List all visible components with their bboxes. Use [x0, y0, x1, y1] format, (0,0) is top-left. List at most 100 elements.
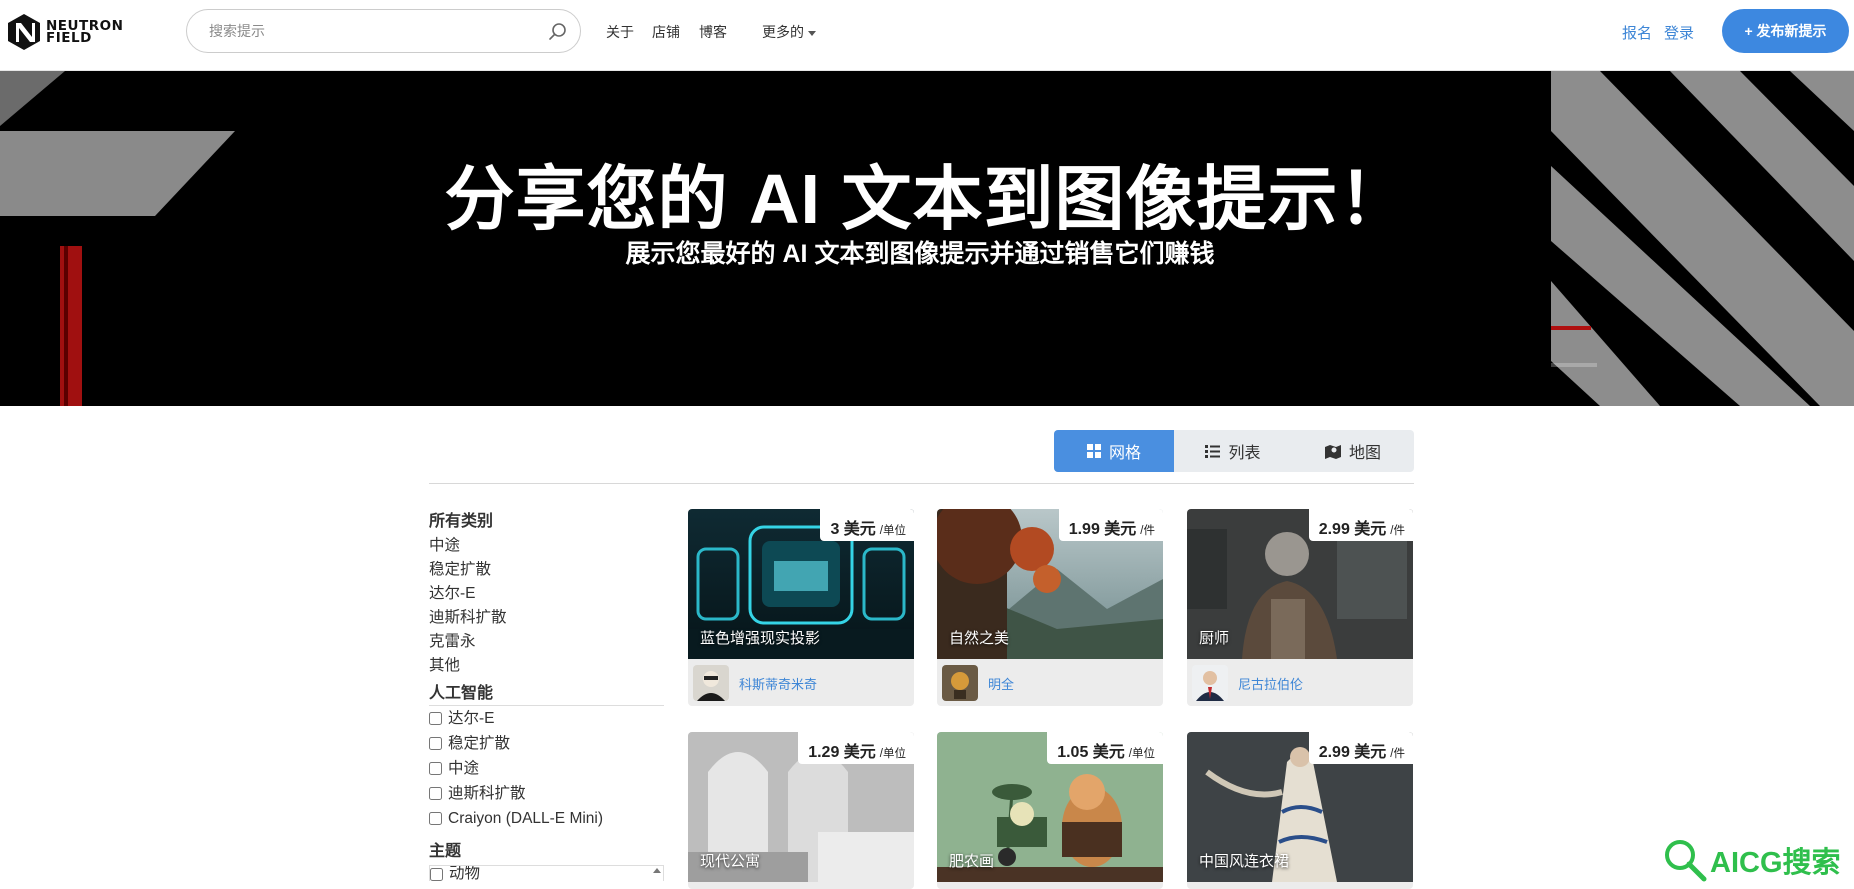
ai-filter-option[interactable]: 中途 — [429, 756, 664, 781]
list-view-button[interactable]: 列表 — [1174, 430, 1292, 472]
nav-more-dropdown[interactable]: 更多的 — [762, 22, 816, 42]
search-icon[interactable] — [548, 22, 568, 42]
category-link[interactable]: 稳定扩散 — [429, 558, 664, 582]
grid-view-label: 网格 — [1108, 445, 1141, 462]
price-unit: /单位 — [879, 525, 906, 537]
scroll-up-icon[interactable] — [653, 868, 661, 873]
theme-filter-heading: 主题 — [429, 843, 462, 860]
nav-blog-link[interactable]: 博客 — [699, 22, 727, 42]
list-view-label: 列表 — [1228, 445, 1261, 462]
map-icon — [1324, 444, 1341, 459]
prompt-title[interactable]: 自然之美 — [949, 627, 1009, 648]
seller-name[interactable]: 明全 — [988, 674, 1014, 693]
theme-filter-label: 动物 — [449, 865, 481, 881]
map-view-button[interactable]: 地图 — [1292, 430, 1414, 472]
price-value: 2.99 美元 — [1318, 744, 1387, 761]
ai-filter-option[interactable]: 稳定扩散 — [429, 731, 664, 756]
avatar — [1192, 665, 1228, 701]
category-link[interactable]: 迪斯科扩散 — [429, 606, 664, 630]
post-new-prompt-button[interactable]: + 发布新提示 — [1722, 9, 1849, 53]
price-unit: /单位 — [879, 748, 906, 760]
price-tag: 1.29 美元 /单位 — [798, 732, 914, 764]
avatar — [942, 665, 978, 701]
ai-filter-label: 中途 — [448, 760, 480, 777]
seller-info[interactable]: 科斯蒂奇米奇 — [693, 665, 817, 701]
ai-filter-checkbox[interactable] — [429, 812, 442, 825]
magnifier-icon — [1665, 840, 1707, 882]
logo-text: NEUTRON FIELD — [46, 19, 123, 45]
top-header: NEUTRON FIELD 关于 店铺 博客 更多的 报名 登录 + 发布新提示 — [0, 0, 1854, 71]
category-link[interactable]: 其他 — [429, 654, 664, 678]
ai-filter-checkbox[interactable] — [429, 762, 442, 775]
hero-subtitle: 展示您最好的 AI 文本到图像提示并通过销售它们赚钱 — [625, 240, 1215, 268]
price-value: 3 美元 — [830, 521, 876, 538]
prompt-card[interactable]: 3 美元 /单位 蓝色增强现实投影 科斯蒂奇米奇 — [688, 509, 914, 706]
prompt-title[interactable]: 厨师 — [1199, 627, 1229, 648]
search-input[interactable] — [209, 20, 529, 42]
price-tag: 1.99 美元 /件 — [1058, 509, 1163, 541]
seller-info[interactable]: 尼古拉伯伦 — [1192, 665, 1303, 701]
neutron-logo-icon — [8, 14, 40, 50]
category-link[interactable]: 中途 — [429, 534, 664, 558]
ai-filter-checkbox[interactable] — [429, 787, 442, 800]
price-unit: /单位 — [1128, 748, 1155, 760]
price-unit: /件 — [1140, 525, 1155, 537]
price-tag: 2.99 美元 /件 — [1308, 509, 1413, 541]
price-tag: 3 美元 /单位 — [820, 509, 914, 541]
ai-filter-label: Craiyon (DALL-E Mini) — [448, 810, 604, 827]
prompt-title[interactable]: 肥农画 — [949, 850, 994, 871]
seller-name[interactable]: 尼古拉伯伦 — [1238, 674, 1303, 693]
prompt-title[interactable]: 中国风连衣裙 — [1199, 850, 1289, 871]
prompt-title[interactable]: 现代公寓 — [700, 850, 760, 871]
ai-filter-label: 稳定扩散 — [448, 735, 511, 752]
watermark-text: AICG搜索 — [1710, 847, 1841, 879]
nav-about-link[interactable]: 关于 — [606, 22, 634, 42]
nav-more-label: 更多的 — [762, 24, 804, 40]
ai-filter-option[interactable]: 迪斯科扩散 — [429, 781, 664, 806]
category-link[interactable]: 克雷永 — [429, 630, 664, 654]
price-value: 1.05 美元 — [1057, 744, 1125, 761]
price-value: 2.99 美元 — [1318, 521, 1387, 538]
theme-filter-scrollbox[interactable]: 动物 — [429, 865, 664, 881]
price-value: 1.99 美元 — [1068, 521, 1137, 538]
price-unit: /件 — [1390, 525, 1405, 537]
list-icon — [1205, 444, 1221, 458]
prompt-card[interactable]: 2.99 美元 /件 中国风连衣裙 — [1187, 732, 1413, 889]
theme-filter-checkbox[interactable] — [430, 867, 443, 881]
aicg-watermark: AICG搜索 — [1662, 833, 1852, 887]
ai-filter-checkbox[interactable] — [429, 712, 442, 725]
map-view-label: 地图 — [1348, 445, 1381, 462]
search-box — [186, 9, 581, 53]
all-categories-heading[interactable]: 所有类别 — [429, 510, 664, 534]
ai-filter-checkbox[interactable] — [429, 737, 442, 750]
neutron-field-logo[interactable]: NEUTRON FIELD — [7, 12, 157, 52]
login-link[interactable]: 登录 — [1664, 22, 1694, 43]
ai-filter-option[interactable]: 达尔-E — [429, 706, 664, 731]
prompt-card[interactable]: 1.29 美元 /单位 现代公寓 — [688, 732, 914, 889]
seller-info[interactable]: 明全 — [942, 665, 1014, 701]
chevron-down-icon — [808, 30, 816, 36]
price-tag: 2.99 美元 /件 — [1308, 732, 1413, 764]
content-divider — [429, 483, 1414, 484]
view-switcher: 网格 列表 地图 — [1054, 430, 1414, 472]
avatar — [693, 665, 729, 701]
prompt-card[interactable]: 1.05 美元 /单位 肥农画 — [937, 732, 1163, 889]
prompt-title[interactable]: 蓝色增强现实投影 — [700, 627, 820, 648]
seller-name[interactable]: 科斯蒂奇米奇 — [739, 674, 817, 693]
theme-filter-option[interactable]: 动物 — [430, 866, 663, 881]
grid-view-button[interactable]: 网格 — [1054, 430, 1174, 472]
nav-shop-link[interactable]: 店铺 — [652, 22, 680, 42]
signup-link[interactable]: 报名 — [1622, 22, 1652, 43]
filter-sidebar: 所有类别 中途 稳定扩散 达尔-E 迪斯科扩散 克雷永 其他 人工智能 达尔-E… — [429, 510, 664, 881]
price-tag: 1.05 美元 /单位 — [1047, 732, 1163, 764]
ai-filter-heading: 人工智能 — [429, 682, 664, 706]
grid-icon — [1086, 444, 1101, 458]
prompt-card[interactable]: 2.99 美元 /件 厨师 尼古拉伯伦 — [1187, 509, 1413, 706]
category-link[interactable]: 达尔-E — [429, 582, 664, 606]
prompt-card[interactable]: 1.99 美元 /件 自然之美 明全 — [937, 509, 1163, 706]
ai-filter-option[interactable]: Craiyon (DALL-E Mini) — [429, 806, 664, 831]
hero-title: 分享您的 AI 文本到图像提示！ — [444, 160, 1410, 238]
ai-filter-label: 达尔-E — [448, 710, 495, 727]
price-unit: /件 — [1390, 748, 1405, 760]
hero-banner: 分享您的 AI 文本到图像提示！ 展示您最好的 AI 文本到图像提示并通过销售它… — [0, 71, 1854, 406]
